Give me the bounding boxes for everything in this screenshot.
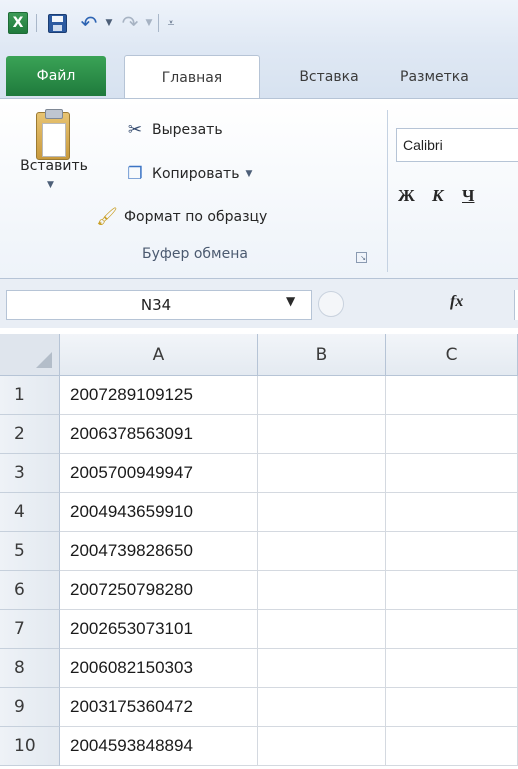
- table-row: 6 2007250798280: [0, 571, 518, 610]
- cell-c[interactable]: [386, 688, 518, 727]
- excel-icon[interactable]: X: [8, 12, 28, 34]
- paste-icon[interactable]: [36, 109, 70, 160]
- cell-a[interactable]: 2004739828650: [60, 532, 258, 571]
- redo-dropdown-icon[interactable]: ▼: [144, 12, 154, 34]
- table-row: 5 2004739828650: [0, 532, 518, 571]
- redo-icon[interactable]: ↷: [118, 11, 142, 35]
- italic-button[interactable]: К: [432, 186, 444, 206]
- undo-dropdown-icon[interactable]: ▼: [104, 12, 114, 34]
- copy-button[interactable]: ❐ Копировать ▼: [124, 162, 252, 186]
- column-header-b[interactable]: B: [258, 334, 386, 376]
- cell-b[interactable]: [258, 376, 386, 415]
- name-box-value: N34: [140, 296, 172, 314]
- cell-a[interactable]: 2002653073101: [60, 610, 258, 649]
- qat-separator: [158, 14, 159, 32]
- save-icon[interactable]: [48, 14, 67, 33]
- table-row: 1 2007289109125: [0, 376, 518, 415]
- row-header[interactable]: 4: [0, 493, 60, 532]
- table-row: 9 2003175360472: [0, 688, 518, 727]
- table-row: 2 2006378563091: [0, 415, 518, 454]
- select-all-icon: [36, 352, 52, 368]
- tab-insert[interactable]: Вставка: [274, 56, 384, 98]
- cell-a[interactable]: 2007250798280: [60, 571, 258, 610]
- formula-input[interactable]: [514, 290, 518, 320]
- bold-button[interactable]: Ж: [398, 186, 415, 206]
- row-header[interactable]: 1: [0, 376, 60, 415]
- insert-function-button[interactable]: fx: [450, 293, 463, 311]
- undo-icon[interactable]: ↶: [76, 11, 102, 35]
- copy-dropdown-icon[interactable]: ▼: [245, 169, 252, 179]
- tab-file[interactable]: Файл: [6, 56, 106, 96]
- row-header[interactable]: 5: [0, 532, 60, 571]
- cell-a[interactable]: 2004593848894: [60, 727, 258, 766]
- cut-label: Вырезать: [152, 122, 223, 138]
- cancel-icon[interactable]: [318, 291, 344, 317]
- dialog-launcher-icon[interactable]: ↘: [356, 252, 367, 263]
- cell-b[interactable]: [258, 727, 386, 766]
- cell-c[interactable]: [386, 454, 518, 493]
- name-box-dropdown-icon[interactable]: ▼: [286, 294, 295, 308]
- table-row: 7 2002653073101: [0, 610, 518, 649]
- table-row: 3 2005700949947: [0, 454, 518, 493]
- cell-c[interactable]: [386, 649, 518, 688]
- clipboard-group-label: Буфер обмена: [142, 246, 248, 262]
- cell-c[interactable]: [386, 610, 518, 649]
- excel-logo-letter: X: [12, 15, 24, 31]
- format-painter-label: Формат по образцу: [124, 209, 268, 225]
- cell-b[interactable]: [258, 532, 386, 571]
- row-header[interactable]: 7: [0, 610, 60, 649]
- copy-icon: ❐: [127, 164, 143, 184]
- table-row: 4 2004943659910: [0, 493, 518, 532]
- column-header-c[interactable]: C: [386, 334, 518, 376]
- underline-button[interactable]: Ч: [462, 186, 474, 206]
- paste-dropdown-icon[interactable]: ▼: [47, 180, 54, 190]
- row-header[interactable]: 10: [0, 727, 60, 766]
- font-name-select[interactable]: Calibri: [396, 128, 518, 162]
- group-divider: [387, 110, 388, 272]
- paste-button[interactable]: Вставить: [12, 158, 96, 174]
- tab-home[interactable]: Главная: [124, 55, 260, 99]
- qat-separator: [36, 14, 37, 32]
- row-header[interactable]: 6: [0, 571, 60, 610]
- row-header[interactable]: 2: [0, 415, 60, 454]
- cell-c[interactable]: [386, 571, 518, 610]
- cell-b[interactable]: [258, 688, 386, 727]
- cell-b[interactable]: [258, 610, 386, 649]
- cell-a[interactable]: 2003175360472: [60, 688, 258, 727]
- tab-page-layout[interactable]: Разметка: [400, 56, 518, 98]
- table-row: 10 2004593848894: [0, 727, 518, 766]
- row-header[interactable]: 8: [0, 649, 60, 688]
- cell-c[interactable]: [386, 532, 518, 571]
- scissors-icon: ✂: [127, 120, 143, 140]
- cut-button[interactable]: ✂ Вырезать: [124, 118, 223, 142]
- cell-b[interactable]: [258, 415, 386, 454]
- copy-label: Копировать: [152, 166, 240, 182]
- cell-a[interactable]: 2005700949947: [60, 454, 258, 493]
- cell-b[interactable]: [258, 493, 386, 532]
- cell-b[interactable]: [258, 649, 386, 688]
- cell-c[interactable]: [386, 415, 518, 454]
- table-row: 8 2006082150303: [0, 649, 518, 688]
- format-painter-button[interactable]: 🖌 Формат по образцу: [96, 205, 267, 229]
- format-painter-icon: 🖌: [96, 207, 118, 227]
- row-header[interactable]: 3: [0, 454, 60, 493]
- cell-b[interactable]: [258, 454, 386, 493]
- column-header-a[interactable]: A: [60, 334, 258, 376]
- cell-a[interactable]: 2006082150303: [60, 649, 258, 688]
- cell-a[interactable]: 2007289109125: [60, 376, 258, 415]
- customize-qat-icon[interactable]: ⩡: [164, 12, 178, 34]
- cell-a[interactable]: 2004943659910: [60, 493, 258, 532]
- cell-c[interactable]: [386, 727, 518, 766]
- cell-c[interactable]: [386, 493, 518, 532]
- row-header[interactable]: 9: [0, 688, 60, 727]
- cell-c[interactable]: [386, 376, 518, 415]
- cell-b[interactable]: [258, 571, 386, 610]
- cell-a[interactable]: 2006378563091: [60, 415, 258, 454]
